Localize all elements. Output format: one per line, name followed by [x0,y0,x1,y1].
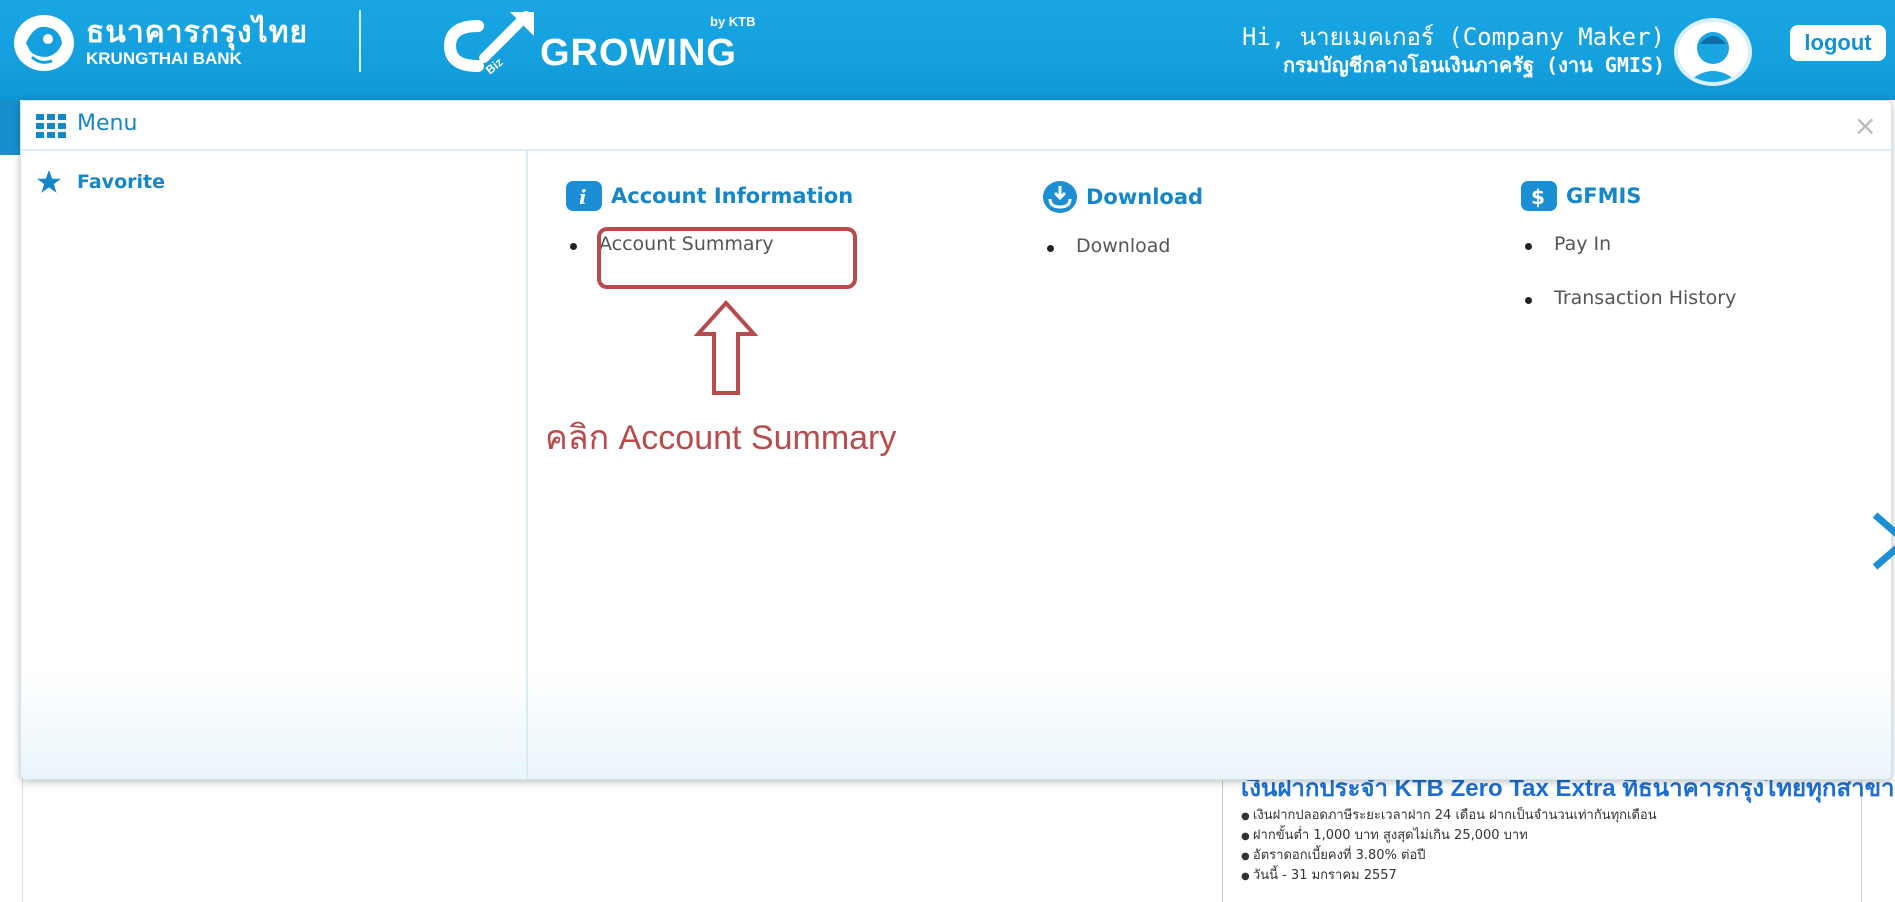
grid-menu-icon [36,114,66,138]
download-icon [1043,181,1077,213]
menu-item-download[interactable]: Download [1043,235,1203,289]
chevron-right-icon[interactable] [1869,511,1895,571]
favorite-sidebar: Favorite [21,151,528,779]
bank-name-english: KRUNGTHAI BANK [86,49,242,68]
dollar-icon: $ [1521,181,1557,211]
arrow-up-icon [694,300,758,395]
promo-bullets: เงินฝากปลอดภาษีระยะเวลาฝาก 24 เดือน ฝากเ… [1241,806,1657,886]
favorite-link[interactable]: Favorite [77,171,165,193]
background-tab-strip [0,100,20,155]
instruction-annotation: คลิก Account Summary [545,419,897,457]
header-divider [359,10,361,72]
menu-header: Menu × [21,101,1891,151]
growing-title: GROWING [540,32,737,74]
svg-text:i: i [579,185,587,209]
svg-text:$: $ [1531,185,1545,209]
close-icon[interactable]: × [1854,109,1877,142]
section-title: GFMIS [1566,184,1642,208]
bank-logo[interactable]: ธนาคารกรุงไทย KRUNGTHAI BANK [12,12,342,74]
menu-title: Menu [77,111,138,136]
menu-item-pay-in[interactable]: Pay In [1521,233,1736,287]
menu-item-transaction-history[interactable]: Transaction History [1521,287,1736,341]
section-download: Download Download [1043,181,1203,289]
promo-bullet: วันนี้ - 31 มกราคม 2557 [1241,866,1657,886]
promo-banner[interactable]: เงินฝากประจำ KTB Zero Tax Extra ที่ธนาคา… [1222,760,1894,902]
user-info: Hi, นายเมคเกอร์ (Company Maker) กรมบัญชี… [1242,22,1665,78]
logout-button[interactable]: logout [1790,25,1886,61]
section-title: Account Information [611,184,854,208]
bank-name-thai: ธนาคารกรุงไทย [86,15,309,50]
star-icon [37,170,61,193]
menu-panel: Menu × Favorite i Account Information Ac… [20,100,1895,780]
promo-bullet: ฝากขั้นต่ำ 1,000 บาท สูงสุดไม่เกิน 25,00… [1241,826,1657,846]
user-greeting: Hi, นายเมคเกอร์ (Company Maker) [1241,23,1665,51]
highlight-box [597,227,857,289]
biz-growing-swoosh-icon: Biz [443,11,534,77]
promo-bullet: อัตราดอกเบี้ยคงที่ 3.80% ต่อปี [1241,846,1657,866]
biz-growing-logo: Biz GROWING by KTB [440,8,780,78]
info-icon: i [566,181,602,211]
section-title: Download [1086,185,1204,209]
user-department: กรมบัญชีกลางโอนเงินภาครัฐ (งาน GMIS) [1283,53,1665,77]
user-avatar[interactable] [1674,18,1752,86]
user-avatar-icon [1688,32,1738,82]
garuda-emblem-icon [14,15,74,71]
top-header: ธนาคารกรุงไทย KRUNGTHAI BANK Biz GROWING… [0,0,1895,100]
section-gfmis: $ GFMIS Pay In Transaction History [1521,181,1736,341]
promo-bullet: เงินฝากปลอดภาษีระยะเวลาฝาก 24 เดือน ฝากเ… [1241,806,1657,826]
by-ktb-label: by KTB [710,14,756,29]
